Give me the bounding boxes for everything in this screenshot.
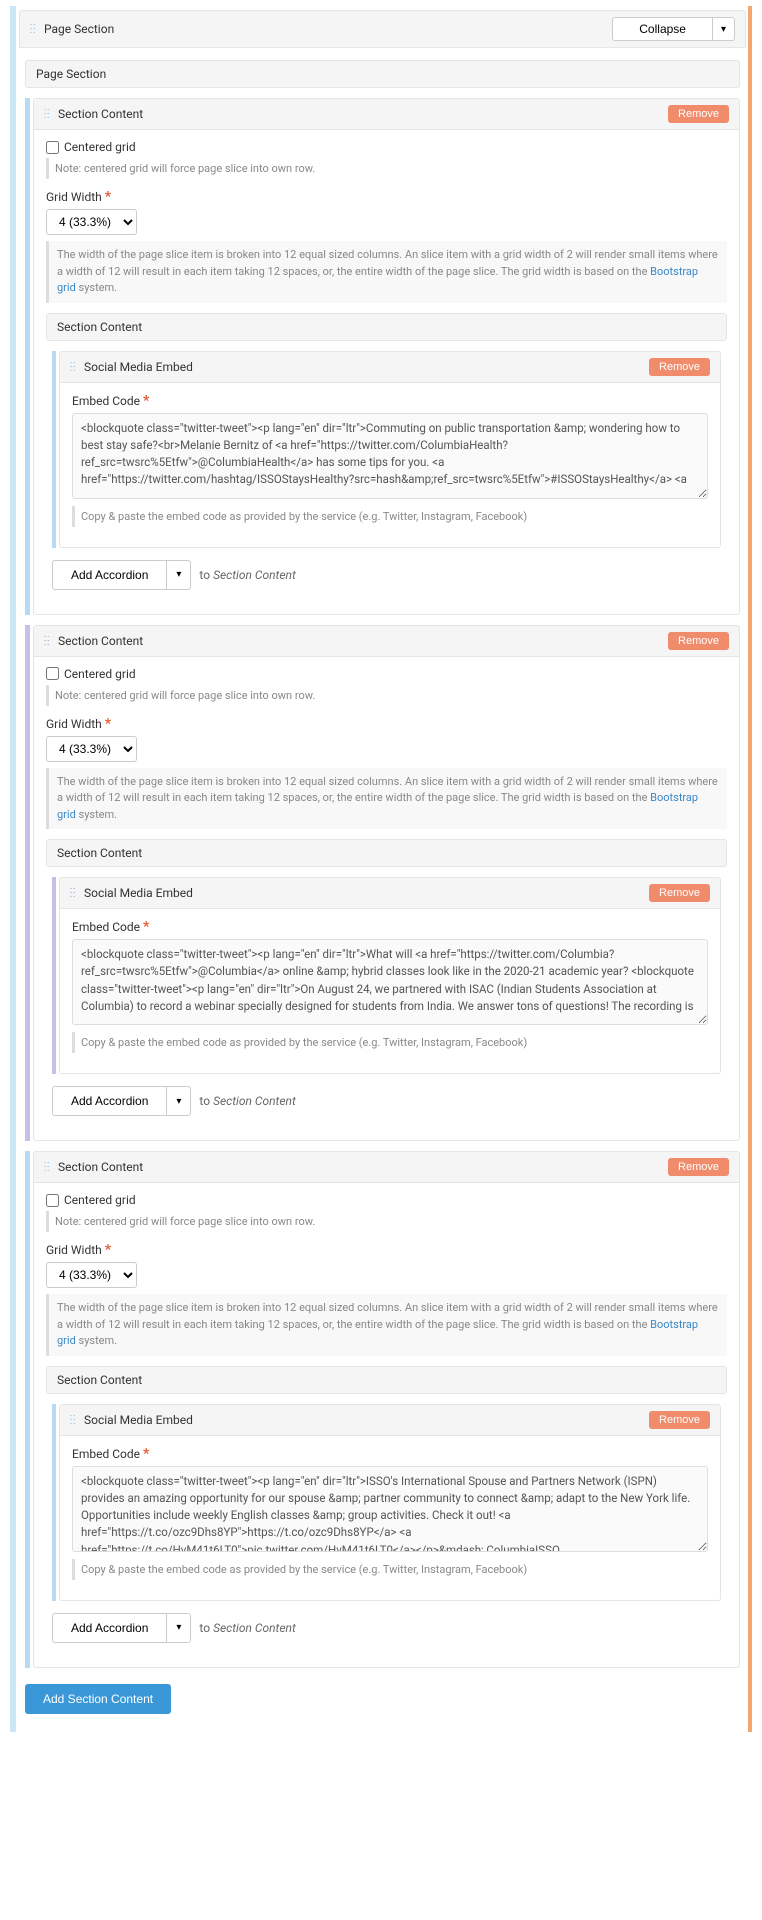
required-icon: * [143, 919, 149, 935]
embed-code-label: Embed Code * [72, 1446, 708, 1462]
add-accordion-button[interactable]: Add Accordion [52, 560, 166, 590]
centered-grid-checkbox[interactable] [46, 1194, 59, 1207]
embed-code-label: Embed Code * [72, 393, 708, 409]
add-accordion-caret-button[interactable]: ▾ [166, 1086, 191, 1116]
social-media-embed-title: Social Media Embed [84, 360, 193, 374]
centered-grid-label: Centered grid [64, 140, 136, 154]
drag-handle-icon[interactable]: :::: [44, 637, 54, 645]
centered-grid-note: Note: centered grid will force page slic… [46, 1211, 727, 1232]
section-content-title: Section Content [58, 1160, 143, 1174]
to-section-content-label: to Section Content [199, 568, 295, 582]
embed-code-label: Embed Code * [72, 919, 708, 935]
grid-width-label: Grid Width * [46, 1242, 727, 1258]
remove-button[interactable]: Remove [668, 1158, 729, 1176]
required-icon: * [105, 189, 111, 205]
drag-handle-icon[interactable]: :::: [70, 363, 80, 371]
grid-width-select[interactable]: 4 (33.3%) [46, 1262, 137, 1288]
centered-grid-note: Note: centered grid will force page slic… [46, 158, 727, 179]
drag-handle-icon[interactable]: :::: [30, 25, 40, 33]
remove-button[interactable]: Remove [668, 632, 729, 650]
grid-width-select[interactable]: 4 (33.3%) [46, 209, 137, 235]
remove-embed-button[interactable]: Remove [649, 358, 710, 376]
centered-grid-note: Note: centered grid will force page slic… [46, 685, 727, 706]
embed-code-textarea[interactable] [72, 1466, 708, 1552]
centered-grid-checkbox[interactable] [46, 141, 59, 154]
section-content-subtitle: Section Content [57, 1373, 142, 1387]
embed-code-textarea[interactable] [72, 939, 708, 1025]
social-media-embed-title: Social Media Embed [84, 1413, 193, 1427]
centered-grid-label: Centered grid [64, 1193, 136, 1207]
embed-help-note: Copy & paste the embed code as provided … [72, 1559, 708, 1580]
add-accordion-caret-button[interactable]: ▾ [166, 560, 191, 590]
section-content-subtitle: Section Content [57, 846, 142, 860]
drag-handle-icon[interactable]: :::: [44, 1163, 54, 1171]
embed-help-note: Copy & paste the embed code as provided … [72, 506, 708, 527]
add-accordion-caret-button[interactable]: ▾ [166, 1613, 191, 1643]
grid-width-help: The width of the page slice item is brok… [46, 768, 727, 830]
collapse-button[interactable]: Collapse [612, 17, 712, 41]
embed-help-note: Copy & paste the embed code as provided … [72, 1032, 708, 1053]
add-accordion-button[interactable]: Add Accordion [52, 1086, 166, 1116]
page-section-subtitle: Page Section [36, 67, 106, 81]
section-content-block: :::: Section Content Remove Centered gri… [25, 1151, 740, 1668]
grid-width-help: The width of the page slice item is brok… [46, 241, 727, 303]
grid-width-label: Grid Width * [46, 716, 727, 732]
grid-width-select[interactable]: 4 (33.3%) [46, 736, 137, 762]
drag-handle-icon[interactable]: :::: [70, 889, 80, 897]
add-section-content-button[interactable]: Add Section Content [25, 1684, 171, 1714]
required-icon: * [143, 1446, 149, 1462]
section-content-title: Section Content [58, 634, 143, 648]
remove-button[interactable]: Remove [668, 105, 729, 123]
page-section-title: Page Section [44, 22, 114, 36]
section-content-subtitle: Section Content [57, 320, 142, 334]
drag-handle-icon[interactable]: :::: [70, 1416, 80, 1424]
grid-width-label: Grid Width * [46, 189, 727, 205]
add-accordion-button[interactable]: Add Accordion [52, 1613, 166, 1643]
centered-grid-label: Centered grid [64, 667, 136, 681]
to-section-content-label: to Section Content [199, 1094, 295, 1108]
section-content-title: Section Content [58, 107, 143, 121]
required-icon: * [105, 716, 111, 732]
drag-handle-icon[interactable]: :::: [44, 110, 54, 118]
section-content-block: :::: Section Content Remove Centered gri… [25, 625, 740, 1142]
centered-grid-checkbox[interactable] [46, 667, 59, 680]
remove-embed-button[interactable]: Remove [649, 1411, 710, 1429]
social-media-embed-title: Social Media Embed [84, 886, 193, 900]
remove-embed-button[interactable]: Remove [649, 884, 710, 902]
grid-width-help: The width of the page slice item is brok… [46, 1294, 727, 1356]
required-icon: * [105, 1242, 111, 1258]
collapse-caret-button[interactable]: ▾ [712, 17, 735, 41]
required-icon: * [143, 393, 149, 409]
embed-code-textarea[interactable] [72, 413, 708, 499]
section-content-block: :::: Section Content Remove Centered gri… [25, 98, 740, 615]
to-section-content-label: to Section Content [199, 1621, 295, 1635]
